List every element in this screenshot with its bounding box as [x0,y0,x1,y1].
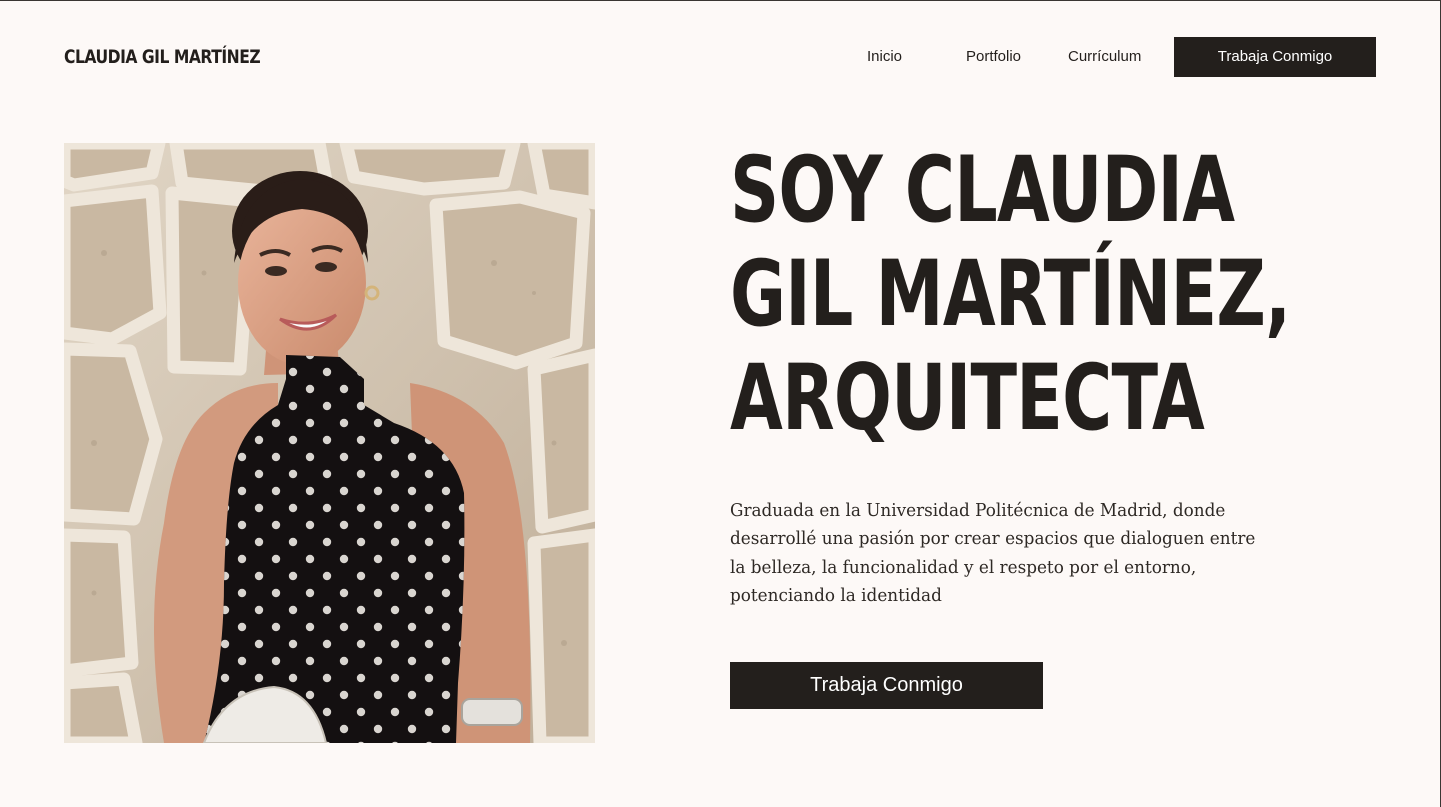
hero-description-line: desarrollé una pasión por crear espacios… [730,528,1256,550]
header-work-with-me-button[interactable]: Trabaja Conmigo [1174,37,1376,77]
hero-title-line: SOY CLAUDIA [730,138,1235,243]
portrait-photo [64,143,595,743]
hero-title-line: ARQUITECTA [730,346,1205,451]
nav-link-inicio[interactable]: Inicio [867,45,902,69]
brand-logo[interactable]: CLAUDIA GIL MARTÍNEZ [64,41,261,73]
hero-title: SOY CLAUDIA GIL MARTÍNEZ, ARQUITECTA [730,138,1291,451]
hero-description-line: la belleza, la funcionalidad y el respet… [730,556,1197,578]
nav-link-portfolio[interactable]: Portfolio [966,45,1021,69]
hero-description-line: potenciando la identidad [730,584,942,606]
hero-description: Graduada en la Universidad Politécnica d… [730,497,1291,610]
hero-title-line: GIL MARTÍNEZ, [730,242,1291,347]
hero-description-line: Graduada en la Universidad Politécnica d… [730,500,1226,521]
hero-work-with-me-button[interactable]: Trabaja Conmigo [730,662,1043,709]
nav-link-curriculum[interactable]: Currículum [1068,45,1141,69]
